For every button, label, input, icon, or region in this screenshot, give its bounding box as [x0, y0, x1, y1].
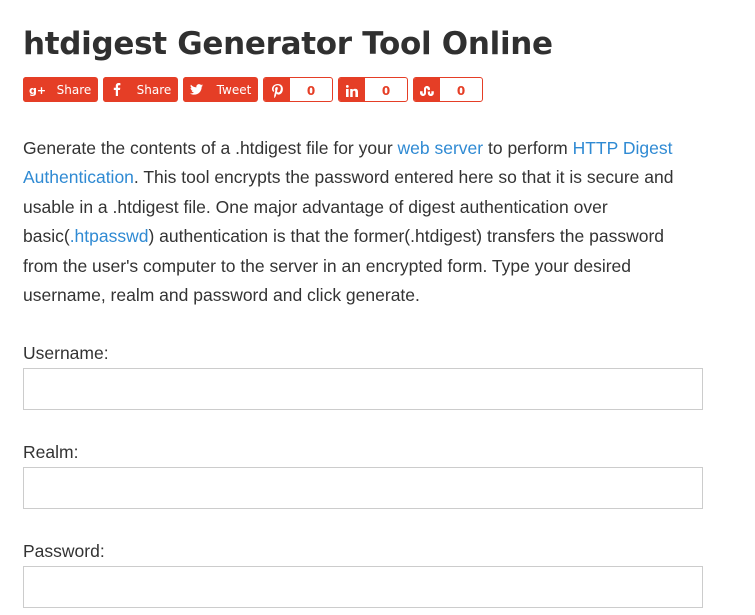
pinterest-share-button[interactable]: 0: [263, 77, 333, 102]
stumbleupon-icon: [414, 78, 440, 101]
facebook-share-button[interactable]: Share: [103, 77, 178, 102]
description-text-2: to perform: [483, 138, 573, 158]
htpasswd-link[interactable]: .htpasswd: [70, 226, 149, 246]
stumbleupon-count: 0: [456, 83, 466, 98]
username-input[interactable]: [23, 368, 703, 410]
twitter-icon: [183, 77, 210, 102]
tool-description: Generate the contents of a .htdigest fil…: [23, 134, 703, 310]
google-plus-share-button[interactable]: g+ Share: [23, 77, 98, 102]
twitter-tweet-button[interactable]: Tweet: [183, 77, 258, 102]
linkedin-count: 0: [381, 83, 391, 98]
facebook-icon: [103, 77, 130, 102]
twitter-tweet-label: Tweet: [216, 82, 252, 97]
password-label: Password:: [23, 541, 105, 561]
description-text-1: Generate the contents of a .htdigest fil…: [23, 138, 398, 158]
stumbleupon-share-button[interactable]: 0: [413, 77, 483, 102]
pinterest-icon: [264, 78, 290, 101]
linkedin-icon: [339, 78, 365, 101]
linkedin-share-button[interactable]: 0: [338, 77, 408, 102]
password-input[interactable]: [23, 566, 703, 608]
pinterest-count: 0: [306, 83, 316, 98]
share-buttons: g+ Share Share Tweet 0 0 0: [23, 77, 493, 102]
username-label: Username:: [23, 343, 109, 363]
realm-label: Realm:: [23, 442, 79, 462]
google-plus-icon: g+: [23, 77, 50, 102]
page-title: htdigest Generator Tool Online: [23, 26, 553, 62]
google-plus-share-label: Share: [56, 82, 92, 97]
web-server-link[interactable]: web server: [398, 138, 484, 158]
svg-text:g+: g+: [29, 84, 45, 96]
realm-input[interactable]: [23, 467, 703, 509]
facebook-share-label: Share: [136, 82, 172, 97]
